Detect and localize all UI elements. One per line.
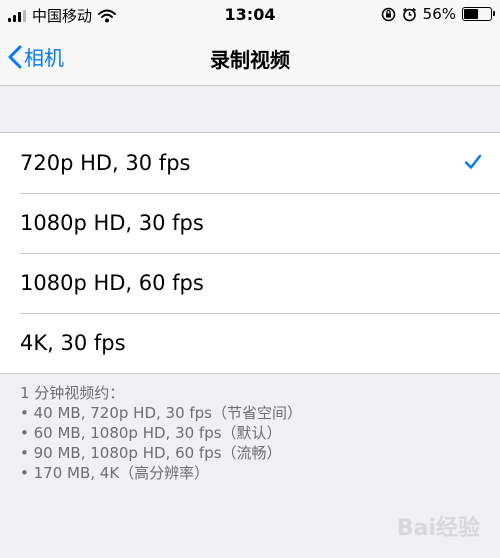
status-bar: 中国移动 13:04 56% [0,0,500,30]
option-label: 1080p HD, 30 fps [20,211,204,235]
footer-line: • 90 MB, 1080p HD, 60 fps（流畅） [20,444,282,462]
option-label: 4K, 30 fps [20,331,126,355]
orientation-lock-icon [381,7,395,21]
battery-percent: 56% [422,5,456,23]
battery-icon [462,7,495,21]
watermark-logo: Bai经验 [396,516,480,541]
option-1080p-60[interactable]: 1080p HD, 60 fps [0,253,500,313]
option-label: 1080p HD, 60 fps [20,271,204,295]
footer-line: • 40 MB, 720p HD, 30 fps（节省空间） [20,404,302,422]
video-format-list: 720p HD, 30 fps 1080p HD, 30 fps 1080p H… [0,132,500,374]
status-right: 56% [381,5,495,23]
footer-heading: 1 分钟视频约： [20,384,125,402]
option-label: 720p HD, 30 fps [20,151,191,175]
option-1080p-30[interactable]: 1080p HD, 30 fps [0,193,500,253]
footer-description: 1 分钟视频约： • 40 MB, 720p HD, 30 fps（节省空间） … [20,383,460,483]
alarm-icon [402,7,416,21]
checkmark-icon [464,154,482,169]
footer-line: • 170 MB, 4K（高分辨率） [20,464,210,482]
page-title: 录制视频 [210,48,290,72]
option-4k-30[interactable]: 4K, 30 fps [0,313,500,373]
nav-bar: 相机 录制视频 [0,30,500,86]
battery-fill [464,9,478,19]
footer-line: • 60 MB, 1080p HD, 30 fps（默认） [20,424,282,442]
option-720p-30[interactable]: 720p HD, 30 fps [0,133,500,193]
